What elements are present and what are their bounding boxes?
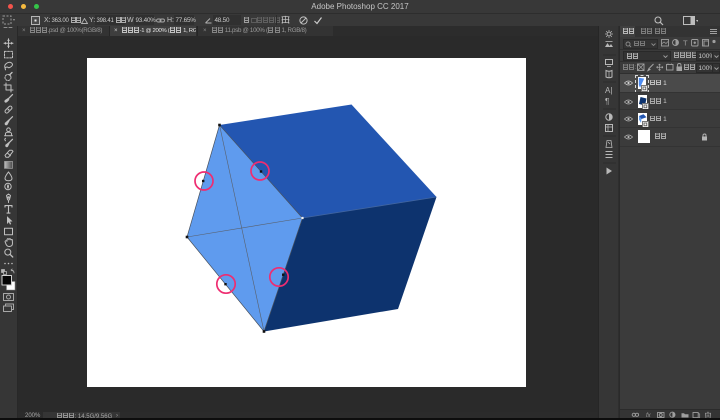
- svg-text:T: T: [683, 39, 688, 47]
- svg-text:¶: ¶: [605, 97, 609, 106]
- svg-text:A|: A|: [605, 86, 612, 95]
